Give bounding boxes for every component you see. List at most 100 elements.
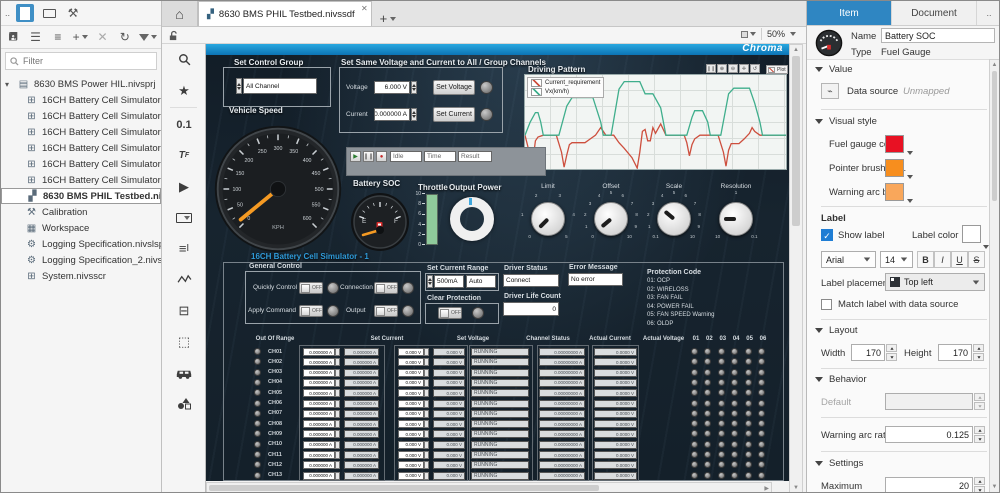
scroll-down-icon[interactable]: ▼ [990, 484, 999, 490]
set-current-input[interactable]: 0.000000 A [303, 358, 335, 366]
set-current-input[interactable]: 0.000000 A [303, 410, 335, 418]
output-power-ring[interactable] [450, 197, 494, 241]
set-current-spinner[interactable] [335, 379, 340, 387]
time-field[interactable]: Time [424, 151, 456, 162]
toggle-connection[interactable]: OFF [374, 282, 398, 294]
overflow-dots-icon[interactable]: .. [5, 8, 10, 18]
value-section-header[interactable]: Value [815, 64, 853, 75]
set-voltage-spinner[interactable] [424, 379, 429, 387]
set-voltage-spinner[interactable] [424, 348, 429, 356]
filter-icon[interactable] [139, 28, 157, 46]
record-icon[interactable]: ● [376, 151, 387, 162]
set-voltage-input[interactable]: 0.000 V [398, 400, 424, 408]
control-group-spinner[interactable] [236, 78, 242, 94]
screen-document-icon[interactable] [16, 4, 34, 22]
set-current-input[interactable]: 0.000000 A [303, 369, 335, 377]
tree-item[interactable]: ⊞16CH Battery Cell Simulator -... [1, 172, 161, 188]
settings-section-header[interactable]: Settings [815, 458, 863, 469]
toggle-apply-command[interactable]: OFF [299, 305, 323, 317]
tree-item[interactable]: ⊞System.nivsscr [1, 268, 161, 284]
monitor-icon[interactable] [40, 4, 58, 22]
set-current-spinner[interactable] [335, 420, 340, 428]
match-label-checkbox[interactable] [821, 299, 832, 310]
name-input[interactable] [881, 28, 995, 43]
set-voltage-spinner[interactable] [424, 420, 429, 428]
set-current-input[interactable]: 0.000000 A [303, 451, 335, 459]
show-label-checkbox[interactable]: ✓ [821, 229, 833, 241]
set-current-input[interactable]: 0.000000 A [303, 420, 335, 428]
set-voltage-input[interactable]: 0.000 V [398, 369, 424, 377]
dropdown-control-icon[interactable] [162, 202, 206, 233]
driving-pattern-chart[interactable]: Current_requirementVx(km/h) [524, 74, 787, 170]
set-voltage-input[interactable]: 0.000 V [398, 451, 424, 459]
set-voltage-input[interactable]: 0.000 V [398, 348, 424, 356]
style-button-u[interactable]: U [951, 251, 968, 268]
battery-soc-gauge[interactable]: E F [350, 192, 410, 252]
numeric-control-icon[interactable]: 0.1 [162, 109, 206, 140]
set-voltage-spinner[interactable] [424, 400, 429, 408]
range-mode-field[interactable]: Auto [466, 275, 496, 288]
toggle-quickly-control[interactable]: OFF [299, 282, 323, 294]
voltage-input[interactable]: 6.000 V [374, 81, 410, 94]
hierarchy-control-icon[interactable]: ⊟ [162, 295, 206, 326]
data-source-icon[interactable]: ⌁ [821, 83, 839, 99]
set-current-input[interactable]: 0.000000 A [303, 472, 335, 480]
state-field[interactable]: Idle [390, 151, 422, 162]
style-button-s[interactable]: S [968, 251, 985, 268]
tree-item[interactable]: ▞8630 BMS PHIL Testbed.niv... [1, 188, 161, 204]
result-field[interactable]: Result [458, 151, 492, 162]
set-voltage-spinner[interactable] [424, 472, 429, 480]
canvas-horizontal-scrollbar[interactable]: ▶ [206, 482, 772, 493]
set-current-input[interactable]: 0.000000 A [303, 348, 335, 356]
clear-protection-toggle[interactable]: OFF [438, 307, 462, 319]
tab-document[interactable]: Document [892, 1, 977, 25]
tree-item[interactable]: ⚙Logging Specification.nivslspec [1, 236, 161, 252]
knob-resolution[interactable]: 1010.1 [704, 187, 768, 251]
set-current-spinner[interactable] [335, 451, 340, 459]
swatch-caret[interactable] [907, 199, 913, 203]
set-current-spinner[interactable] [335, 472, 340, 480]
play-icon[interactable]: ▶ [350, 151, 361, 162]
range-value-field[interactable]: 500mA [434, 275, 464, 288]
label-placement-dropdown[interactable]: Top left [885, 273, 985, 291]
label-color-swatch[interactable] [962, 225, 981, 243]
set-voltage-spinner[interactable] [424, 430, 429, 438]
save-all-icon[interactable]: 🖪 [5, 28, 21, 46]
font-size-dropdown[interactable]: 14 [880, 251, 913, 268]
tree-item[interactable]: ⚙Logging Specification_2.nivsls... [1, 252, 161, 268]
set-voltage-input[interactable]: 0.000 V [398, 430, 424, 438]
style-button-b[interactable]: B [917, 251, 934, 268]
delete-icon[interactable]: ✕ [94, 28, 110, 46]
plot-legend[interactable]: Plot [766, 65, 788, 74]
chart-zoom-out-icon[interactable]: ⊖ [728, 64, 738, 73]
scroll-right-icon[interactable]: ▶ [764, 485, 769, 492]
color-swatch[interactable] [885, 183, 904, 201]
color-swatch[interactable] [885, 135, 904, 153]
set-current-spinner[interactable] [335, 369, 340, 377]
set-current-spinner[interactable] [335, 400, 340, 408]
set-current-spinner[interactable] [335, 461, 340, 469]
set-current-button[interactable]: Set Current [433, 107, 475, 122]
tree-item[interactable]: ⚒Calibration [1, 204, 161, 220]
screen-canvas[interactable]: Chroma Set Control Group All Channel Set… [206, 44, 789, 481]
set-current-input[interactable]: 0.000000 A [303, 441, 335, 449]
set-voltage-input[interactable]: 0.000 V [398, 420, 424, 428]
filter-search-box[interactable] [5, 52, 157, 70]
driver-status-field[interactable]: Connect [503, 274, 559, 287]
canvas-vertical-scrollbar[interactable]: ▲ ▼ [789, 44, 803, 493]
set-voltage-spinner[interactable] [424, 441, 429, 449]
set-voltage-button[interactable]: Set Voltage [433, 80, 475, 95]
scroll-up-icon[interactable]: ▲ [990, 62, 999, 68]
scroll-up-icon[interactable]: ▲ [790, 47, 802, 53]
current-spinner[interactable] [411, 108, 417, 121]
knob-offset[interactable]: 012345678910 [579, 187, 643, 251]
maximum-spinner[interactable] [885, 477, 985, 493]
range-spinner[interactable] [427, 275, 433, 288]
filter-input[interactable] [23, 56, 143, 66]
unlock-icon[interactable] [168, 30, 179, 41]
search-icon[interactable] [162, 44, 206, 75]
behavior-section-header[interactable]: Behavior [815, 374, 867, 385]
run-control-icon[interactable]: ▶ [162, 171, 206, 202]
set-voltage-spinner[interactable] [424, 461, 429, 469]
knob-scale[interactable]: 0.112345678910 [642, 187, 706, 251]
